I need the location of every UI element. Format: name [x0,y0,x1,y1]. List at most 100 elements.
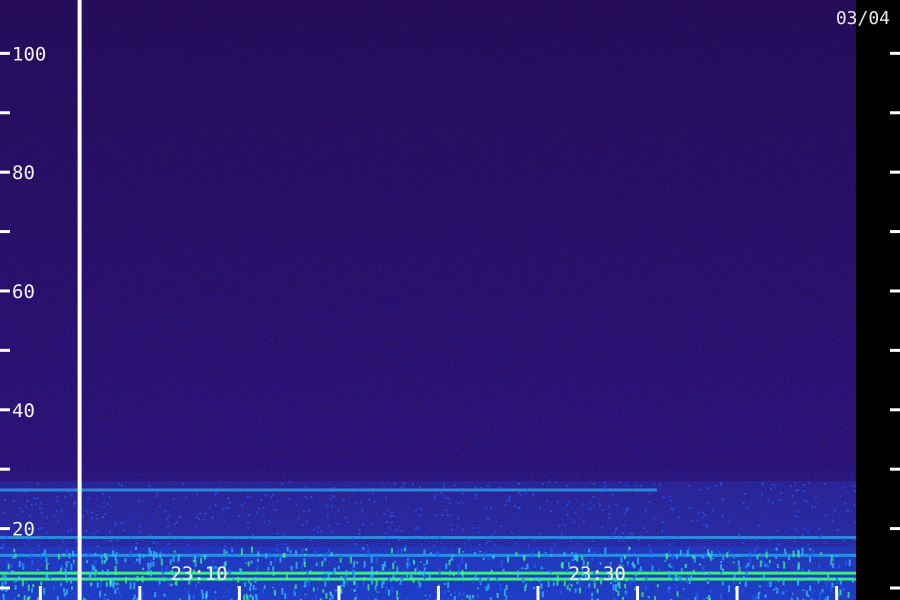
speckle [303,510,306,513]
speckle [555,481,558,484]
speckle [803,484,806,487]
speckle [294,584,297,590]
speckle [746,507,749,510]
emission-line [0,571,856,575]
speckle [81,515,84,518]
speckle [778,543,781,546]
speckle [457,572,460,577]
speckle [424,573,427,580]
speckle [222,508,225,511]
speckle [227,507,230,510]
speckle [547,581,550,588]
speckle [514,505,517,508]
speckle [406,566,409,570]
speckle [491,534,494,537]
speckle [258,538,261,541]
speckle [541,591,544,598]
speckle [469,594,472,600]
speckle [545,500,548,503]
speckle [826,596,829,598]
speckle [782,560,785,563]
speckle [748,551,751,557]
speckle [566,513,569,516]
speckle [568,500,571,503]
speckle [494,543,497,546]
speckle [801,547,804,555]
speckle [745,570,748,577]
speckle [791,494,794,497]
speckle [224,545,227,548]
speckle [517,506,520,509]
speckle [66,548,69,553]
speckle [538,506,541,509]
speckle [540,566,543,570]
speckle [592,505,595,508]
speckle [269,561,272,566]
speckle [627,550,630,554]
y-tick-left [0,586,10,590]
speckle [40,527,43,530]
speckle [550,548,553,553]
speckle [325,552,328,557]
speckle [644,585,647,591]
speckle [645,575,648,582]
speckle [45,516,48,519]
speckle [225,506,228,509]
y-tick-right [890,527,900,531]
speckle [648,544,651,547]
speckle [680,568,683,572]
speckle [710,590,713,593]
speckle [10,563,13,569]
speckle [314,594,317,596]
speckle [453,591,456,595]
speckle [433,497,436,500]
speckle [719,481,722,484]
speckle [396,590,399,596]
speckle [168,542,171,545]
speckle [360,501,363,504]
speckle [584,587,587,589]
speckle [428,593,431,599]
speckle [4,537,7,540]
speckle [839,589,842,596]
speckle [254,576,257,583]
x-tick-label: 23:30 [569,563,626,585]
speckle [722,568,725,572]
speckle [354,597,357,600]
speckle [680,574,683,577]
speckle [419,507,422,510]
speckle [781,591,784,596]
speckle [536,577,539,581]
speckle [772,588,775,591]
speckle [458,548,461,554]
speckle [281,578,284,580]
speckle [17,490,20,493]
speckle [508,495,511,498]
speckle [88,572,91,578]
speckle [702,567,705,573]
speckle [625,578,628,582]
y-tick-label: 20 [12,519,35,541]
speckle [836,529,839,532]
speckle [395,596,398,599]
speckle [783,592,786,595]
speckle [794,489,797,492]
speckle [385,496,388,499]
emission-line [0,488,657,492]
speckle [497,486,500,489]
speckle [485,507,488,510]
y-tick-left [0,408,10,412]
speckle [808,553,811,557]
speckle [240,573,243,576]
speckle [262,588,265,594]
speckle [30,503,33,506]
speckle [679,577,682,581]
speckle [449,569,452,573]
speckle [456,525,459,528]
speckle [669,544,672,547]
speckle [728,585,731,593]
speckle [665,579,668,581]
speckle [622,532,625,535]
speckle [478,531,481,534]
speckle [388,568,391,572]
